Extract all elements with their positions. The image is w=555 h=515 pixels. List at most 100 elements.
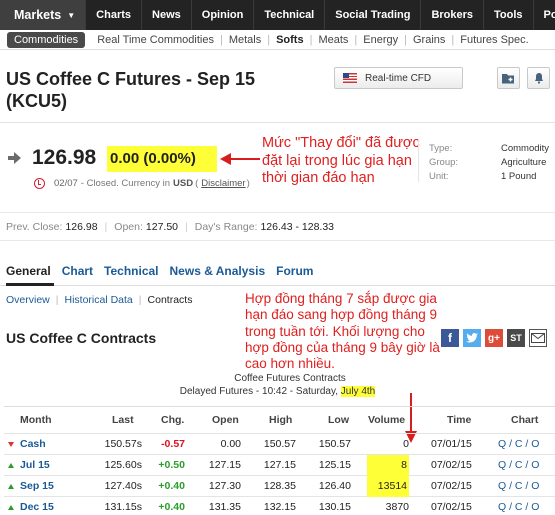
table-row: Sep 15 127.40s +0.40 127.30 128.35 126.4… (4, 476, 555, 497)
status-text: - Closed. Currency in (80, 178, 171, 189)
clock-icon (34, 178, 45, 189)
real-time-cfd-button[interactable]: Real-time CFD (334, 67, 463, 89)
table-row: Jul 15 125.60s +0.50 127.15 127.15 125.1… (4, 455, 555, 476)
nav-social-trading[interactable]: Social Trading (325, 0, 422, 30)
subnav-commodities[interactable]: Commodities (7, 31, 86, 48)
contract-month-link[interactable]: Dec 15 (20, 497, 54, 515)
col-last: Last (112, 414, 134, 426)
col-volume: Volume (368, 414, 406, 426)
add-to-portfolio-button[interactable] (497, 67, 520, 89)
caption-date: July 4th (340, 386, 376, 397)
market-status: 02/07 - Closed. Currency in USD ( Discla… (34, 178, 250, 189)
annotation-arrow-left (220, 153, 260, 165)
col-chg: Chg. (161, 414, 185, 426)
chart-links[interactable]: Q / C / O (498, 497, 539, 515)
nav-markets[interactable]: Markets ▼ (0, 0, 87, 30)
folder-plus-icon (501, 74, 514, 84)
divider (0, 122, 555, 123)
type-label: Type: (429, 143, 453, 154)
table-row: Cash 150.57s -0.57 0.00 150.57 150.57 0 … (4, 434, 555, 455)
price-change: 0.00 (0.00%) (107, 146, 217, 172)
cell-chg: +0.40 (158, 501, 185, 513)
subtab-separator: | (138, 294, 142, 306)
subnav-meats[interactable]: Meats (312, 34, 354, 46)
sub-tabs: Overview | Historical Data | Contracts (6, 294, 198, 306)
tab-technical[interactable]: Technical (104, 264, 158, 278)
main-tabs: General Chart Technical News & Analysis … (6, 264, 324, 278)
real-time-cfd-label: Real-time CFD (365, 72, 432, 84)
cell-last: 125.60s (104, 459, 142, 471)
nav-news[interactable]: News (142, 0, 192, 30)
cell-volume: 0 (403, 438, 409, 450)
days-range-value: 126.43 - 128.33 (260, 221, 335, 233)
contract-month-link[interactable]: Sep 15 (20, 476, 54, 497)
facebook-icon[interactable]: f (441, 329, 459, 347)
tab-forum[interactable]: Forum (276, 264, 313, 278)
nav-tools[interactable]: Tools (484, 0, 534, 30)
cell-low: 150.57 (318, 438, 351, 450)
chart-links[interactable]: Q / C / O (498, 434, 539, 455)
page-title-line1: US Coffee C Futures - Sep 15 (6, 69, 256, 89)
top-nav: Markets ▼ Charts News Opinion Technical S… (0, 0, 555, 30)
nav-charts[interactable]: Charts (86, 0, 143, 30)
subnav-metals[interactable]: Metals (223, 34, 267, 46)
nav-brokers[interactable]: Brokers (421, 0, 485, 30)
subnav-real-time-commodities[interactable]: Real Time Commodities (91, 34, 220, 46)
cell-chg: +0.50 (158, 459, 185, 471)
contract-month-link[interactable]: Cash (20, 434, 46, 455)
type-value: Commodity (501, 143, 550, 154)
cell-volume: 13514 (366, 476, 409, 497)
nav-portfolio[interactable]: Por (534, 0, 555, 30)
col-low: Low (328, 414, 349, 426)
chart-links[interactable]: Q / C / O (498, 455, 539, 476)
triangle-up-icon (8, 484, 14, 489)
subtab-separator: | (55, 294, 59, 306)
subtab-historical-data[interactable]: Historical Data (65, 294, 133, 306)
stats-separator: | (104, 221, 108, 233)
open-value: 127.50 (145, 221, 179, 233)
group-label: Group: (429, 157, 459, 168)
subnav-grains[interactable]: Grains (407, 34, 451, 46)
group-value: Agriculture (501, 157, 547, 168)
subnav-energy[interactable]: Energy (357, 34, 404, 46)
paren-open: ( (195, 178, 199, 189)
days-range: Day's Range: 126.43 - 128.33 (195, 221, 334, 233)
unit-value: 1 Pound (501, 171, 537, 182)
cell-last: 127.40s (104, 480, 142, 492)
contract-month-link[interactable]: Jul 15 (20, 455, 50, 476)
page-title-symbol: (KCU5) (6, 91, 67, 111)
caption-line1: Coffee Futures Contracts (234, 373, 346, 384)
twitter-icon[interactable] (463, 329, 481, 347)
subnav-softs[interactable]: Softs (270, 34, 310, 46)
cell-high: 128.35 (263, 480, 296, 492)
chart-links[interactable]: Q / C / O (498, 476, 539, 497)
prev-close-label: Prev. Close: (6, 221, 63, 233)
info-values: Commodity Agriculture 1 Pound (501, 142, 549, 184)
tab-chart[interactable]: Chart (62, 264, 93, 278)
disclaimer-link[interactable]: Disclaimer (201, 178, 245, 189)
email-icon[interactable] (529, 329, 547, 347)
table-header-row: Month Last Chg. Open High Low Volume Tim… (4, 407, 555, 434)
info-divider (418, 140, 419, 182)
cell-time: 07/01/15 (431, 438, 472, 450)
tab-news-analysis[interactable]: News & Analysis (170, 264, 266, 278)
google-plus-icon[interactable]: g+ (485, 329, 503, 347)
add-alert-button[interactable] (527, 67, 550, 89)
subnav-futures-spec[interactable]: Futures Spec. (454, 34, 534, 46)
subtab-overview[interactable]: Overview (6, 294, 50, 306)
stocktwits-icon[interactable]: ST (507, 329, 525, 347)
contracts-caption: Coffee Futures Contracts Delayed Futures… (0, 372, 555, 398)
contracts-table: Month Last Chg. Open High Low Volume Tim… (4, 406, 555, 515)
nav-opinion[interactable]: Opinion (192, 0, 255, 30)
active-tab-indicator (6, 283, 54, 286)
tabs-baseline (0, 285, 555, 286)
cell-open: 127.15 (208, 459, 241, 471)
prev-close-value: 126.98 (65, 221, 98, 233)
cell-chg: -0.57 (161, 438, 185, 450)
quote-stats: Prev. Close: 126.98 | Open: 127.50 | Day's… (6, 221, 341, 233)
tab-general[interactable]: General (6, 264, 51, 278)
cell-time: 07/02/15 (431, 480, 472, 492)
nav-technical[interactable]: Technical (254, 0, 326, 30)
subtab-contracts[interactable]: Contracts (148, 294, 193, 306)
divider (0, 240, 555, 241)
